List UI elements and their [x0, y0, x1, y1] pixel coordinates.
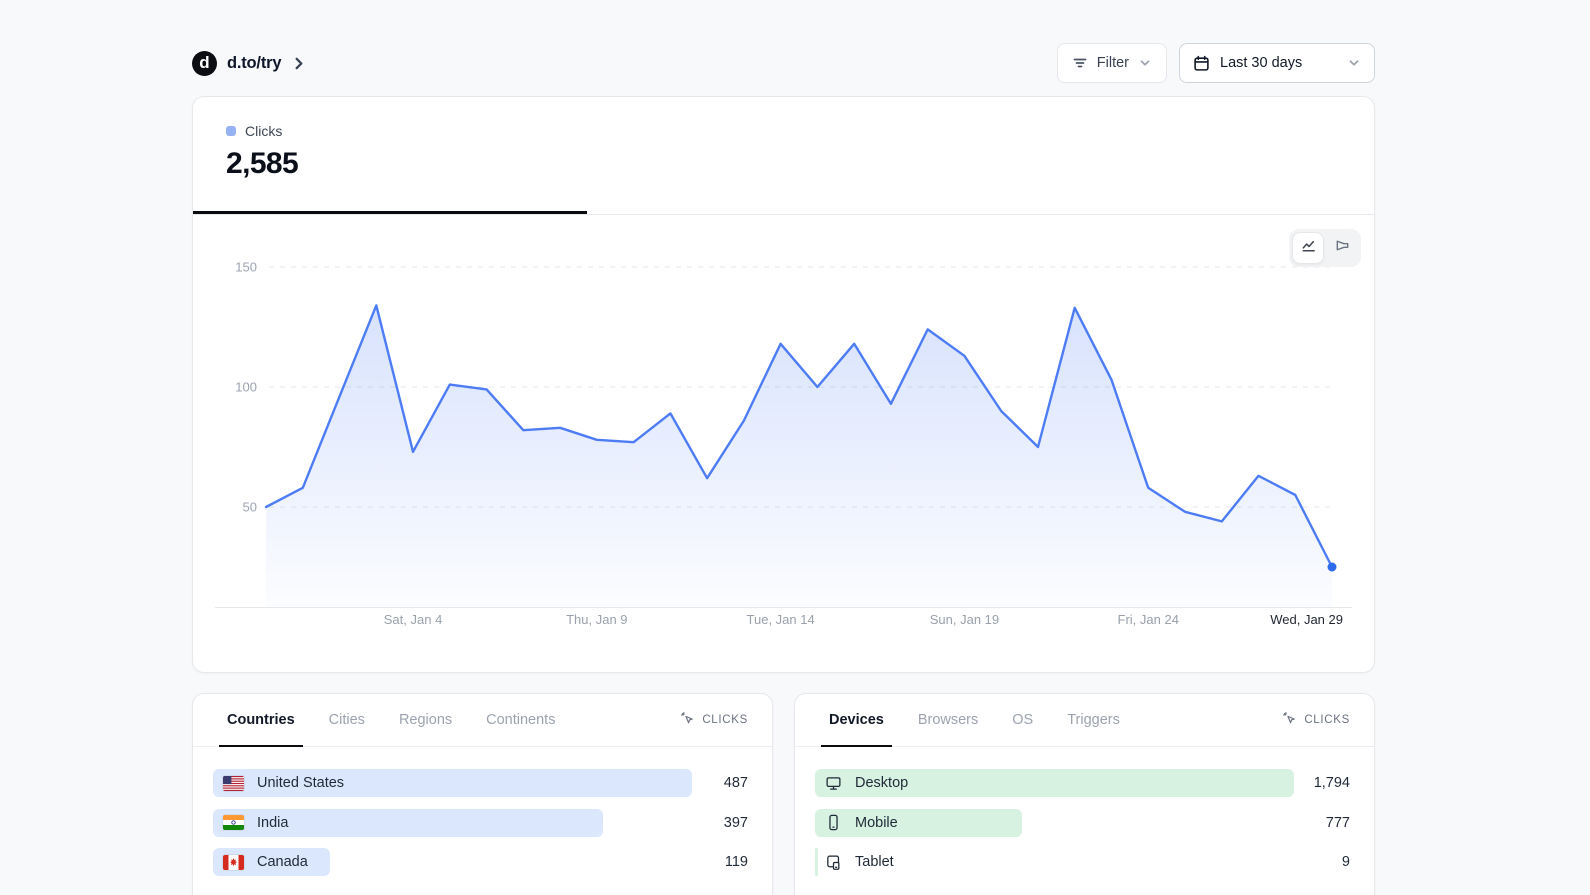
svg-text:150: 150: [235, 260, 257, 275]
device-name: Mobile: [855, 814, 898, 831]
short-link-label: d.to/try: [227, 53, 282, 72]
svg-text:Wed, Jan 29: Wed, Jan 29: [1270, 612, 1343, 627]
chart-canvas: 150 100 50 Sat, Jan 4 Thu, Jan 9 Tue, Jan 14 S…: [215, 260, 1352, 627]
canada-flag-icon: [223, 854, 244, 870]
funnel-icon: [1334, 237, 1351, 259]
tab-triggers[interactable]: Triggers: [1065, 694, 1122, 746]
date-range-label: Last 30 days: [1220, 55, 1303, 71]
tab-continents[interactable]: Continents: [484, 694, 557, 746]
country-row[interactable]: Canada 119: [213, 848, 748, 876]
filter-button[interactable]: Filter: [1056, 43, 1167, 83]
date-range-button[interactable]: Last 30 days: [1179, 43, 1375, 83]
chevron-down-icon: [1347, 56, 1361, 70]
clicks-legend-label: Clicks: [245, 123, 283, 139]
device-clicks-value: 1,794: [1313, 775, 1350, 791]
device-row[interactable]: Tablet 9: [815, 848, 1350, 876]
clicks-timeseries-chart: 150 100 50 Sat, Jan 4 Thu, Jan 9 Tue, Jan 14 S…: [193, 215, 1374, 672]
country-name: United States: [257, 775, 345, 791]
device-row[interactable]: Desktop 1,794: [815, 769, 1350, 797]
country-clicks-value: 119: [724, 854, 748, 870]
line-chart-toggle-button[interactable]: [1292, 232, 1324, 264]
us-flag-icon: [223, 775, 244, 791]
dub-logo-icon: d: [192, 50, 217, 76]
filter-lines-icon: [1072, 55, 1088, 71]
tab-os[interactable]: OS: [1010, 694, 1035, 746]
metric-label: CLICKS: [702, 714, 748, 726]
country-row[interactable]: India 397: [213, 808, 748, 837]
smartphone-icon: [825, 814, 842, 831]
metric-label: CLICKS: [1304, 714, 1350, 726]
clicks-legend-square-icon: [226, 126, 236, 136]
svg-text:50: 50: [243, 500, 257, 515]
chart-type-toggle: [1289, 229, 1361, 267]
devices-card: Devices Browsers OS Triggers CLICKS Desk…: [794, 693, 1375, 895]
country-clicks-value: 487: [723, 775, 748, 791]
breadcrumb[interactable]: d d.to/try: [192, 50, 306, 76]
clicks-stat-tab[interactable]: Clicks 2,585: [193, 97, 587, 214]
country-name: India: [257, 814, 289, 831]
tablet-icon: [825, 854, 842, 871]
tab-browsers[interactable]: Browsers: [916, 694, 980, 746]
device-name: Tablet: [855, 854, 894, 870]
svg-text:Tue, Jan 14: Tue, Jan 14: [747, 612, 815, 627]
chevron-right-icon: [291, 56, 306, 71]
monitor-icon: [825, 775, 842, 792]
clicks-metric-selector[interactable]: CLICKS: [1283, 711, 1350, 729]
clicks-total-value: 2,585: [226, 147, 299, 180]
tab-countries[interactable]: Countries: [219, 694, 303, 747]
locations-tabbar: Countries Cities Regions Continents CLIC…: [193, 694, 772, 747]
svg-text:Sun, Jan 19: Sun, Jan 19: [930, 612, 999, 627]
device-clicks-value: 9: [1341, 854, 1350, 870]
clicks-metric-selector[interactable]: CLICKS: [681, 711, 748, 729]
india-flag-icon: [223, 815, 244, 830]
top-bar-actions: Filter Last 30 days: [1056, 43, 1375, 83]
analytics-page: d d.to/try Filter Last 30 days Clicks 2,…: [0, 0, 1590, 895]
filter-button-label: Filter: [1096, 55, 1129, 71]
breakdown-cards: Countries Cities Regions Continents CLIC…: [192, 693, 1375, 895]
countries-list: United States 487 India 397 Canada 119: [193, 747, 772, 876]
svg-text:Sat, Jan 4: Sat, Jan 4: [384, 612, 443, 627]
chevron-down-icon: [1138, 56, 1152, 70]
top-bar: d d.to/try Filter Last 30 days: [192, 42, 1375, 84]
devices-tabbar: Devices Browsers OS Triggers CLICKS: [795, 694, 1374, 747]
analytics-chart-card: Clicks 2,585 150 100 50 Sat, Jan 4 Thu, Jan …: [192, 96, 1375, 673]
svg-text:100: 100: [235, 380, 257, 395]
line-chart-icon: [1300, 237, 1317, 259]
mouse-pointer-click-icon: [1283, 711, 1297, 729]
country-row[interactable]: United States 487: [213, 769, 748, 797]
stats-header: Clicks 2,585: [193, 97, 1374, 215]
svg-text:Thu, Jan 9: Thu, Jan 9: [566, 612, 627, 627]
calendar-icon: [1193, 55, 1210, 72]
tab-regions[interactable]: Regions: [397, 694, 454, 746]
device-name: Desktop: [855, 775, 909, 791]
tab-devices[interactable]: Devices: [821, 694, 892, 747]
tab-cities[interactable]: Cities: [327, 694, 367, 746]
device-clicks-value: 777: [1325, 814, 1350, 831]
active-stat-indicator: [193, 211, 587, 214]
country-name: Canada: [257, 854, 308, 870]
country-clicks-value: 397: [723, 814, 748, 831]
devices-list: Desktop 1,794 Mobile 777 Tablet 9: [795, 747, 1374, 876]
svg-text:Fri, Jan 24: Fri, Jan 24: [1118, 612, 1179, 627]
funnel-chart-toggle-button[interactable]: [1326, 232, 1358, 264]
mouse-pointer-click-icon: [681, 711, 695, 729]
locations-card: Countries Cities Regions Continents CLIC…: [192, 693, 773, 895]
device-row[interactable]: Mobile 777: [815, 808, 1350, 837]
